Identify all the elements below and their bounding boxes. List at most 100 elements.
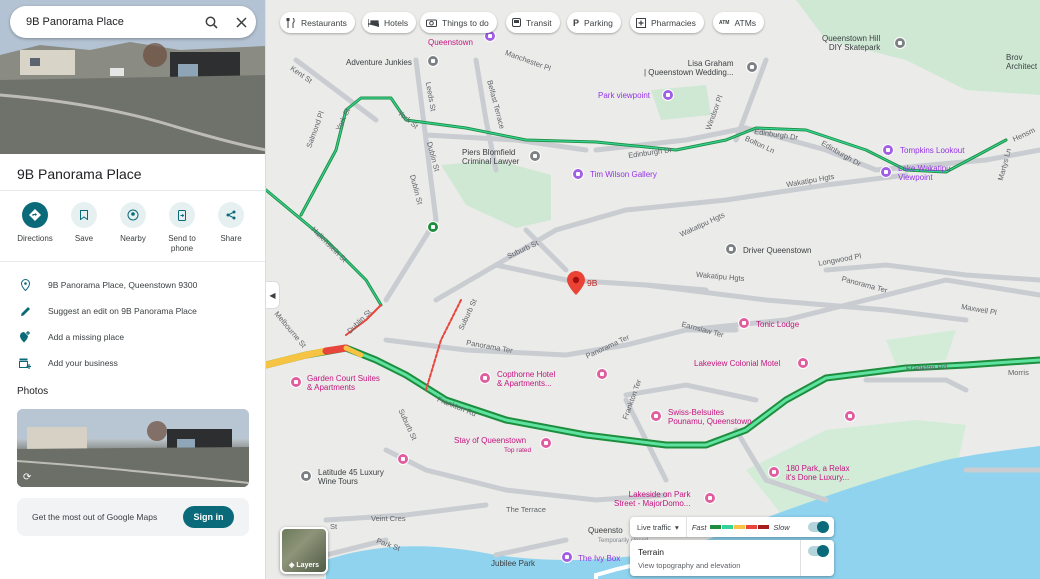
poi-label[interactable]: Lakeside on Park Street - MajorDomo... [614,490,690,508]
chip-label: ATMs [734,17,757,28]
save-button[interactable]: Save [61,202,107,254]
hotel-pin[interactable] [650,410,662,422]
chip-parking[interactable]: P Parking [567,12,621,33]
layers-icon: ◈ [289,562,295,569]
chip-pharmacies[interactable]: Pharmacies [630,12,704,33]
search-icon[interactable] [196,7,226,37]
bus-icon [512,17,521,28]
add-missing-place-row[interactable]: Add a missing place [17,328,257,346]
lake-viewpoint-pin[interactable] [880,166,892,178]
chip-label: Restaurants [301,17,347,28]
gallery-pin[interactable] [572,168,584,180]
traffic-slow-label: Slow [773,522,790,532]
driver-pin[interactable] [725,243,737,255]
terrain-subtitle: View topography and elevation [638,561,741,570]
directions-icon [22,202,48,228]
chip-things-to-do[interactable]: Things to do [420,12,497,33]
poi-label[interactable]: Swiss-Belsuites Pounamu, Queenstown [668,408,752,426]
terrain-title: Terrain [638,547,664,557]
poi-label[interactable]: Copthorne Hotel & Apartments... [497,370,555,388]
poi-label[interactable]: Stay of Queenstown [454,436,526,445]
share-button[interactable]: Share [208,202,254,254]
address-row[interactable]: 9B Panorama Place, Queenstown 9300 [17,276,257,294]
poi-label[interactable]: Queensto [588,526,623,535]
location-pin-icon[interactable] [567,271,585,295]
hotel-pin[interactable] [540,437,552,449]
street-label: St [330,522,338,531]
poi-label[interactable]: Tompkins Lookout [900,146,964,155]
traffic-fast-label: Fast [691,522,707,532]
location-icon [17,279,33,291]
poi-label[interactable]: Brov Architect [1006,53,1037,71]
poi-label[interactable]: The Ivy Box [578,554,620,563]
poi-label[interactable]: Tonic Lodge [756,320,799,329]
hotel-pin[interactable] [844,410,856,422]
collapse-panel-button[interactable]: ◀ [266,281,280,309]
sign-in-button[interactable]: Sign in [183,506,234,528]
poi-label[interactable]: Tim Wilson Gallery [590,170,657,179]
poi-label[interactable]: 180 Park, a Relax it's Done Luxury... [786,464,850,482]
hotel-pin[interactable] [596,368,608,380]
hotel-pin[interactable] [397,453,409,465]
street-label: Veint Cres [371,514,406,523]
photos-heading: Photos [17,386,49,397]
signin-card: Get the most out of Google Maps Sign in [17,498,249,536]
phone-icon [169,202,195,228]
live-traffic-dropdown[interactable]: Live traffic ▾ [630,517,687,537]
street-label: The Terrace [506,505,546,514]
hotel-pin[interactable] [479,372,491,384]
nearby-icon [120,202,146,228]
hotel-pin[interactable] [738,317,750,329]
ivy-box-pin[interactable] [561,551,573,563]
poi-label[interactable]: Latitude 45 Luxury Wine Tours [318,468,384,486]
poi-label[interactable]: Driver Queenstown [743,246,811,255]
poi-label[interactable]: Garden Court Suites & Apartments [307,374,380,392]
nearby-button[interactable]: Nearby [110,202,156,254]
layers-button[interactable]: ◈ Layers [280,527,328,574]
chip-atms[interactable]: ATM ATMs [713,12,765,33]
poi-label[interactable]: Lake Wakatipu Viewpoint [898,164,951,182]
suggest-edit-row[interactable]: Suggest an edit on 9B Panorama Place [17,302,257,320]
bed-icon [368,18,379,27]
poi-label[interactable]: Queenstown Hill DIY Skatepark [822,34,880,52]
hotel-pin[interactable] [704,492,716,504]
viewpoint-pin[interactable] [662,89,674,101]
bookmark-icon [71,202,97,228]
traffic-toggle[interactable] [808,521,829,533]
map-canvas[interactable]: Kent St Salmond Pl York St York St Leeds… [266,0,1040,579]
add-business-row[interactable]: Add your business [17,354,257,372]
close-icon[interactable] [226,7,256,37]
hotel-pin[interactable] [290,376,302,388]
chip-hotels[interactable]: Hotels [362,12,417,33]
lawyer-pin[interactable] [529,150,541,162]
wedding-pin[interactable] [746,61,758,73]
poi-label[interactable]: Jubilee Park [491,559,535,568]
poi-label[interactable]: Park viewpoint [598,91,650,100]
layers-label: Layers [296,561,319,569]
skatepark-pin[interactable] [894,37,906,49]
search-bar[interactable]: 9B Panorama Place [10,6,256,38]
poi-label[interactable]: Lakeview Colonial Motel [694,359,780,368]
terrain-toggle[interactable] [808,545,829,557]
park-pin[interactable] [427,221,439,233]
send-to-phone-button[interactable]: Send to phone [159,202,205,254]
action-row: Directions Save Nearby Send to phone Sha… [12,202,254,254]
side-panel: 9B Panorama Place 9B Panorama Place Dire… [0,0,266,579]
terrain-card: Terrain View topography and elevation [630,540,834,576]
chip-restaurants[interactable]: Restaurants [280,12,355,33]
lookout-pin[interactable] [882,144,894,156]
directions-button[interactable]: Directions [12,202,58,254]
poi-label[interactable]: Lisa Graham | Queenstown Wedding... [644,59,734,77]
poi-label[interactable]: Adventure Junkies [346,58,412,67]
poi-label[interactable]: Queenstown [428,38,473,47]
poi-label[interactable]: Piers Blomfield Criminal Lawyer [462,148,519,166]
tours-pin[interactable] [300,470,312,482]
adventure-pin[interactable] [427,55,439,67]
chip-transit[interactable]: Transit [506,12,560,33]
hotel-pin[interactable] [768,466,780,478]
address-text: 9B Panorama Place, Queenstown 9300 [48,280,198,290]
traffic-color-segment [710,525,722,529]
hotel-pin[interactable] [797,357,809,369]
search-input[interactable]: 9B Panorama Place [26,16,196,28]
photo-thumbnail[interactable]: ⟳ [17,409,249,487]
